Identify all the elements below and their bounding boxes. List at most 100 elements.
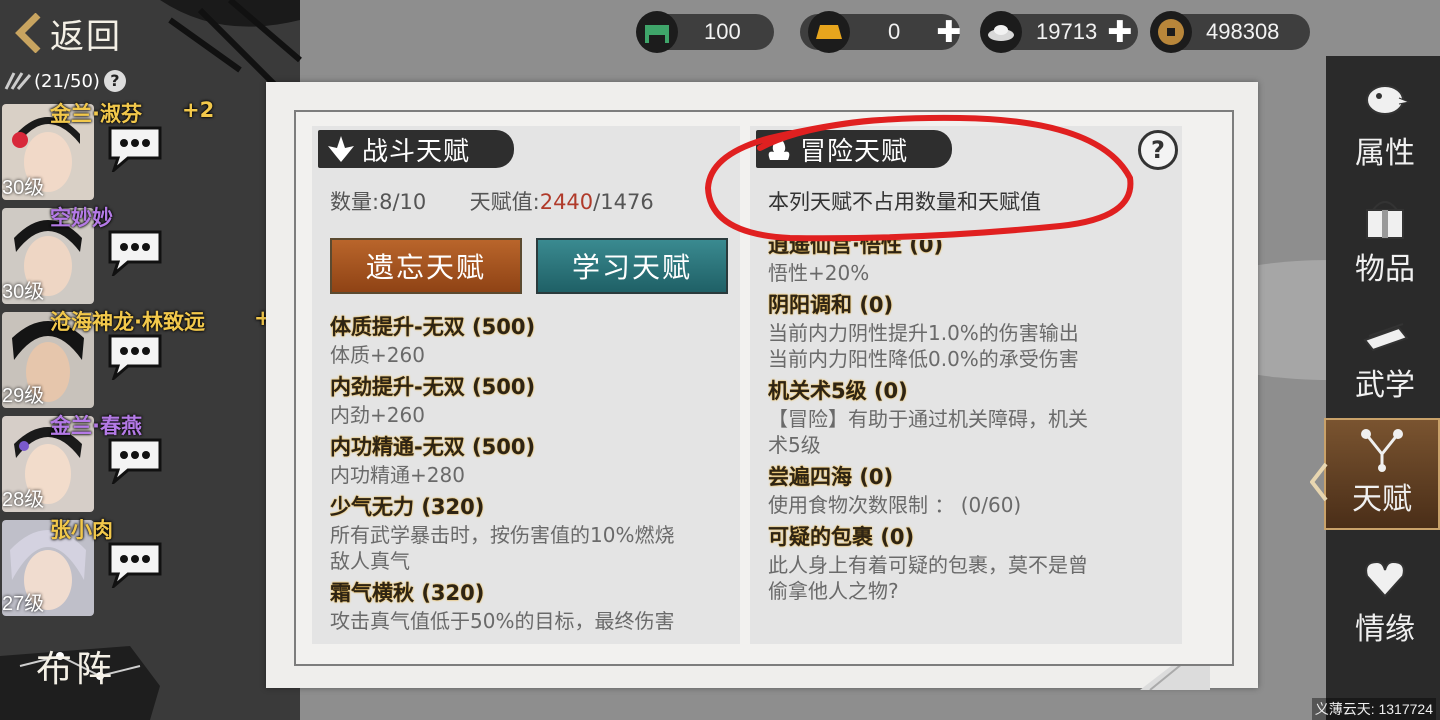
resource-gold: 0 ✚ [808,11,961,53]
roster-member[interactable]: 空妙妙 30级 [0,202,270,306]
member-level: 29级 [2,385,45,407]
tab-label: 属性 [1355,136,1415,171]
talent-desc: 偷拿他人之物? [768,579,899,603]
chat-bubble-icon[interactable] [104,436,166,484]
add-silver-button[interactable]: ✚ [1107,15,1132,50]
member-level: 30级 [2,281,45,303]
roster-member[interactable]: 金兰·淑芬 +2 30级 [0,98,270,202]
talent-desc: 内劲+260 [330,403,425,427]
chevron-left-icon [15,13,41,53]
talent-title: 内功精通-无双 (500) [330,435,536,459]
resource-value: 498308 [1206,19,1280,44]
talent-desc: 当前内力阳性降低0.0%的承受伤害 [768,347,1079,371]
copper-coin-icon [1150,11,1192,53]
tab-relationships[interactable]: 情缘 [1330,546,1440,658]
resource-value: 19713 [1036,19,1098,44]
talent-item[interactable]: 内功精通-无双 (500) 内功精通+280 [330,432,734,488]
help-button[interactable]: ? [1138,130,1178,170]
add-gold-button[interactable]: ✚ [936,15,961,50]
talent-desc: 使用食物次数限制 ： (0/60) [768,493,1022,517]
chat-bubble-icon[interactable] [104,540,166,588]
talent-item[interactable]: 内劲提升-无双 (500) 内劲+260 [330,372,734,428]
tab-label: 天赋 [1352,482,1412,517]
talent-desc: 【冒险】有助于通过机关障碍，机关 [768,407,1088,431]
book-icon [1363,323,1409,352]
talent-item[interactable]: 霜气横秋 (320) 攻击真气值低于50%的目标，最终伤害 [330,578,734,634]
chat-bubble-icon[interactable] [104,228,166,276]
lotus-emblem-icon [328,136,354,162]
talent-item[interactable]: 体质提升-无双 (500) 体质+260 [330,312,734,368]
member-bonus: +2 [182,98,215,122]
points-used: 2440 [539,190,594,214]
combat-talent-header: 战斗天赋 [318,130,514,168]
talent-desc: 体质+260 [330,343,425,367]
tab-martial-arts[interactable]: 武学 [1330,302,1440,414]
chat-bubble-icon[interactable] [104,332,166,380]
bed-icon [636,11,678,53]
combat-stats: 数量:8/10 天赋值:2440/1476 [330,186,654,216]
member-level: 28级 [2,489,45,511]
talent-item[interactable]: 少气无力 (320) 所有武学暴击时，按伤害值的10%燃烧 敌人真气 [330,492,734,574]
talent-title: 霜气横秋 (320) [330,581,485,605]
talent-desc: 术5级 [768,433,821,457]
tab-label: 武学 [1355,368,1415,403]
talent-title: 体质提升-无双 (500) [330,315,536,339]
talent-title: 少气无力 (320) [330,495,485,519]
team-icon [4,72,32,90]
roster-member[interactable]: 金兰·春燕 28级 [0,410,270,514]
talent-desc: 攻击真气值低于50%的目标，最终伤害 [330,609,675,633]
silver-ingot-icon [980,11,1022,53]
bird-icon [1366,85,1411,115]
back-label: 返回 [50,16,122,57]
combat-talent-title: 战斗天赋 [362,136,471,167]
tab-attributes[interactable]: 属性 [1330,70,1440,182]
resource-silver: 19713 ✚ [980,11,1132,53]
talent-title: 机关术5级 (0) [768,379,908,403]
talent-desc: 此人身上有着可疑的包裹，莫不是曾 [768,553,1088,577]
tab-items[interactable]: 物品 [1330,186,1440,298]
points-label: 天赋值: [469,190,540,214]
resource-value: 0 [888,19,901,44]
tab-label: 物品 [1355,252,1415,287]
talent-item[interactable]: 阴阳调和 (0) 当前内力阴性提升1.0%的伤害输出 当前内力阳性降低0.0%的… [768,290,1168,372]
talent-item[interactable]: 逍遥仙宫·悟性 (0) 悟性+20% [768,240,1168,286]
talent-desc: 所有武学暴击时，按伤害值的10%燃烧 [330,523,675,547]
resource-copper: 498308 [1150,11,1280,53]
resource-value: 100 [704,19,741,44]
roster-member[interactable]: 张小肉 27级 [0,514,270,618]
roster-member[interactable]: 沧海神龙·林致远 + 29级 [0,306,272,410]
tab-talents[interactable]: 天赋 [1324,418,1440,530]
talent-tree-icon [1361,429,1403,472]
talent-title: 内劲提升-无双 (500) [330,375,536,399]
points-total: /1476 [593,190,654,214]
back-button[interactable]: 返回 [14,8,122,58]
gold-bar-icon [808,11,850,53]
count-label: 数量: [330,190,380,214]
adventure-talent-list[interactable]: 逍遥仙宫·悟性 (0) 悟性+20% 阴阳调和 (0) 当前内力阴性提升1.0%… [768,240,1168,642]
heart-knot-icon [1365,560,1405,598]
combat-talent-list[interactable]: 体质提升-无双 (500) 体质+260 内劲提升-无双 (500) 内劲+26… [330,308,734,642]
talent-item[interactable]: 机关术5级 (0) 【冒险】有助于通过机关障碍，机关 术5级 [768,376,1168,458]
count-value: 8/10 [379,190,427,214]
watermark: 义薄云天: 1317724 [1311,698,1436,720]
highlight-annotation [704,114,1134,242]
roster-help-button[interactable]: ? [103,70,126,92]
talent-item[interactable]: 可疑的包裹 (0) 此人身上有着可疑的包裹，莫不是曾 偷拿他人之物? [768,522,1168,604]
member-level: 27级 [2,593,45,615]
talent-title: 阴阳调和 (0) [768,293,894,317]
chat-bubble-icon[interactable] [104,124,166,172]
talent-title: 可疑的包裹 (0) [768,525,915,549]
forget-talent-button[interactable]: 遗忘天赋 [330,238,522,294]
talent-title: 尝遍四海 (0) [768,465,894,489]
roster-count-text: (21/50) [34,70,100,92]
member-level: 30级 [2,177,45,199]
resource-stamina: 100 [636,11,741,53]
learn-talent-button[interactable]: 学习天赋 [536,238,728,294]
talent-desc: 敌人真气 [330,549,410,573]
talent-item[interactable]: 尝遍四海 (0) 使用食物次数限制 ： (0/60) [768,462,1168,518]
formation-label: 布阵 [36,649,117,690]
tab-label: 情缘 [1355,612,1415,647]
roster-count: (21/50) ? [4,70,126,92]
gift-box-icon [1366,201,1404,239]
talent-desc: 内功精通+280 [330,463,465,487]
